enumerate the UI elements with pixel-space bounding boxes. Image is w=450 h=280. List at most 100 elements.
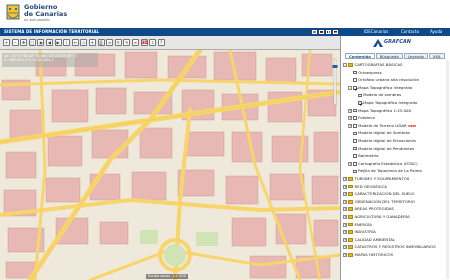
layer-row[interactable]: Ortoexpress	[348, 70, 382, 76]
next-view-icon[interactable]: ▶	[54, 39, 62, 46]
zoom-box-icon[interactable]: ▢	[28, 39, 36, 46]
layer-row[interactable]: Modelo digital de Pendientes	[348, 146, 414, 152]
expand-icon[interactable]: +	[343, 207, 347, 212]
expand-icon[interactable]: +	[343, 184, 347, 189]
layer-checkbox[interactable]	[353, 169, 357, 174]
layer-group-row[interactable]: + ÁREAS PROTEGIDAS	[343, 206, 394, 212]
layer-group-row[interactable]: + ENERGÍA	[343, 222, 372, 228]
layer-checkbox[interactable]	[353, 108, 357, 113]
layer-group-row[interactable]: + CALIDAD AMBIENTAL	[343, 237, 395, 243]
layer-row[interactable]: + Modelo de Terreno LIDAR NEW	[348, 123, 416, 129]
layer-group-row[interactable]: + MAPAS HISTÓRICOS	[343, 252, 393, 258]
print-icon[interactable]: ⎙	[97, 39, 105, 46]
french-flag-icon[interactable]	[326, 29, 331, 34]
tab-busqueda[interactable]: Búsqueda	[375, 53, 403, 59]
layer-row[interactable]: Modelo de sombras	[353, 92, 401, 98]
language-flags	[312, 29, 338, 34]
german-flag-icon[interactable]	[333, 29, 338, 34]
coordinates-icon[interactable]: ⌖	[88, 39, 96, 46]
layer-checkbox[interactable]	[353, 146, 357, 151]
expand-icon[interactable]: +	[348, 116, 352, 121]
measure-area-icon[interactable]: ◇	[80, 39, 88, 46]
help-icon[interactable]: ?	[157, 39, 165, 46]
expand-icon[interactable]: +	[343, 230, 347, 235]
layer-group-row[interactable]: + CARACTERIZACIÓN DEL SUELO	[343, 191, 414, 197]
panel-scrollbar[interactable]	[446, 61, 449, 279]
expand-icon[interactable]: +	[343, 215, 347, 219]
layer-checkbox[interactable]	[353, 162, 357, 166]
expand-icon[interactable]: +	[343, 253, 347, 257]
expand-icon[interactable]: +	[343, 245, 347, 250]
draw-icon[interactable]: ✎	[123, 39, 131, 46]
layer-checkbox[interactable]	[353, 116, 357, 120]
expand-icon[interactable]: +	[343, 192, 347, 197]
layers-icon[interactable]: ≡	[131, 39, 139, 46]
expand-icon[interactable]: +	[343, 177, 347, 181]
help-link[interactable]: Ayuda	[430, 29, 442, 34]
layer-checkbox[interactable]	[358, 101, 362, 105]
street-map-canvas[interactable]	[0, 50, 340, 280]
expand-icon[interactable]: +	[348, 161, 352, 166]
layer-checkbox[interactable]	[353, 131, 357, 136]
layer-checkbox[interactable]	[358, 93, 362, 98]
zoom-slider[interactable]	[332, 57, 338, 107]
layer-label: ÁREAS PROTEGIDAS	[354, 206, 394, 212]
zoom-in-icon[interactable]: +	[3, 39, 10, 46]
layer-row[interactable]: - Mapa Topográfico Integrado	[348, 85, 412, 91]
layer-group-row[interactable]: + TURISMO Y EQUIPAMIENTOS	[343, 176, 409, 182]
tab-contenido[interactable]: Contenido	[345, 53, 375, 59]
layer-row[interactable]: Modelo digital de Sombras	[348, 130, 410, 136]
expand-icon[interactable]: +	[348, 123, 352, 128]
idecanarias-link[interactable]: IDECanarias	[364, 29, 388, 34]
layer-row[interactable]: Mapa Topográfico Integrado	[353, 100, 417, 106]
full-extent-icon[interactable]: ◉	[37, 39, 45, 46]
layer-group-row[interactable]: + INDUSTRIA	[343, 229, 376, 235]
layer-row[interactable]: Ortofoto urbana alta resolución	[348, 77, 419, 83]
layer-row[interactable]: + Mapa Topográfico 1:25.000	[348, 108, 411, 114]
layer-row[interactable]: Batimetría	[348, 153, 379, 159]
info-icon[interactable]: i	[63, 39, 71, 46]
layer-group-row[interactable]: - CARTOGRAFÍAS BÁSICAS	[343, 62, 403, 68]
pan-icon[interactable]: ✥	[20, 39, 28, 46]
tab-xml[interactable]: XML	[428, 53, 445, 59]
layer-checkbox[interactable]	[353, 154, 357, 158]
layer-row[interactable]: + Cartografía Estadística (ISTAC)	[348, 161, 418, 167]
coordinates-line-2: X: 458.632,2 Y: 3.110.624,7	[4, 58, 55, 63]
layer-label: Modelo digital de Sombras	[358, 130, 410, 136]
map-view[interactable]	[0, 50, 340, 280]
logo-line-2: de Canarias	[24, 9, 68, 18]
expand-icon[interactable]: +	[343, 222, 347, 227]
spanish-flag-icon[interactable]	[312, 29, 317, 34]
layer-group-row[interactable]: + CATASTROS Y REGISTROS INMOBILIARIOS	[343, 244, 436, 250]
layer-label: RED GEODÉSICA	[354, 183, 387, 189]
layer-label: ORDENACIÓN DEL TERRITORIO	[354, 198, 415, 204]
layer-checkbox[interactable]	[353, 124, 357, 128]
layer-row[interactable]: + Fototeca	[348, 115, 375, 121]
layer-row[interactable]: Rejilla de Toponimia de La Palma	[348, 168, 422, 174]
layer-group-row[interactable]: + RED GEODÉSICA	[343, 184, 387, 190]
layer-checkbox[interactable]	[353, 86, 357, 90]
search-icon[interactable]: ⚲	[114, 39, 122, 46]
layer-checkbox[interactable]	[353, 139, 357, 143]
collapse-icon[interactable]: -	[348, 85, 352, 90]
layer-label: Mapa Topográfico 1:25.000	[358, 107, 411, 113]
zoom-out-icon[interactable]: −	[11, 39, 19, 46]
expand-icon[interactable]: +	[343, 199, 347, 204]
layer-group-row[interactable]: + ORDENACIÓN DEL TERRITORIO	[343, 199, 415, 205]
previous-view-icon[interactable]: ◀	[45, 39, 53, 46]
layer-checkbox[interactable]	[353, 70, 357, 75]
layer-row[interactable]: Modelo digital de Elevaciones	[348, 138, 416, 144]
layer-checkbox[interactable]	[353, 78, 357, 82]
link-icon[interactable]: ∞	[106, 39, 114, 46]
measure-distance-icon[interactable]: ↔	[71, 39, 79, 46]
expand-icon[interactable]: +	[348, 108, 352, 113]
3d-view-icon[interactable]: 3D	[140, 39, 148, 46]
layer-group-row[interactable]: + AGRICULTURA Y GANADERÍA	[343, 214, 410, 220]
contact-link[interactable]: Contacto	[401, 29, 419, 34]
tab-leyenda[interactable]: Leyenda	[403, 53, 428, 59]
government-logo-icon[interactable]	[4, 3, 22, 23]
english-flag-icon[interactable]	[319, 29, 324, 34]
download-icon[interactable]: ⇩	[149, 39, 157, 46]
expand-icon[interactable]: +	[343, 237, 347, 242]
collapse-icon[interactable]: -	[343, 63, 347, 67]
